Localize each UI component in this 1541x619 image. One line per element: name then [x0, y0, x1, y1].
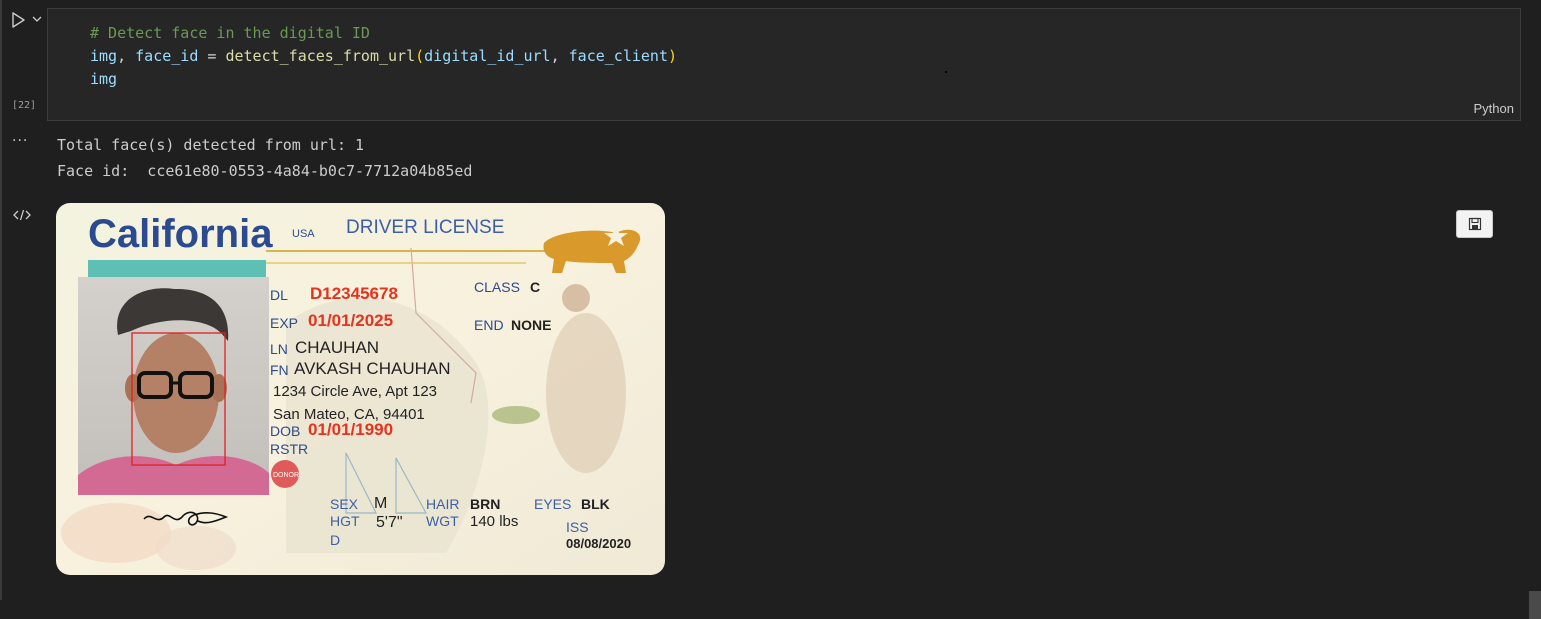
- output-line-total: Total face(s) detected from url: 1: [57, 136, 365, 154]
- ln-value: CHAUHAN: [295, 338, 379, 357]
- rstr-label: RSTR: [270, 441, 308, 457]
- code-comment: # Detect face in the digital ID: [90, 24, 370, 42]
- code-assign: =: [198, 47, 226, 65]
- code-arg-separator: ,: [550, 47, 569, 65]
- hair-value: BRN: [470, 496, 500, 512]
- code-var-face-id: face_id: [135, 47, 199, 65]
- class-value: C: [530, 279, 540, 295]
- license-type-title: DRIVER LICENSE: [346, 217, 504, 238]
- d-label: D: [330, 532, 340, 548]
- hgt-label: HGT: [330, 513, 360, 529]
- code-arg-client: face_client: [568, 47, 668, 65]
- driver-license-image: California USA DRIVER LICENSE DL D123456…: [56, 203, 665, 575]
- dl-label: DL: [270, 287, 288, 303]
- dob-label: DOB: [270, 423, 300, 439]
- person-face: [133, 333, 219, 453]
- code-var-img: img: [90, 47, 118, 65]
- code-block[interactable]: # Detect face in the digital ID img, fac…: [90, 22, 677, 91]
- iss-value: 08/08/2020: [566, 536, 631, 551]
- gold-pan-decoration: [492, 406, 540, 424]
- save-image-button[interactable]: [1456, 210, 1493, 238]
- license-state-name: California: [88, 212, 273, 256]
- code-paren-open: (: [415, 47, 425, 65]
- sex-value: M: [374, 495, 387, 512]
- poppy-flower-decoration: [61, 503, 171, 563]
- address-line-1: 1234 Circle Ave, Apt 123: [273, 383, 437, 400]
- ln-label: LN: [270, 341, 288, 357]
- teal-stripe: [88, 260, 266, 278]
- end-label: END: [474, 317, 504, 333]
- run-cell-icon[interactable]: [10, 12, 26, 28]
- code-paren-close: ): [668, 47, 678, 65]
- fn-value: AVKASH CHAUHAN: [294, 359, 451, 378]
- code-output-icon[interactable]: [12, 208, 32, 222]
- license-usa: USA: [292, 228, 315, 240]
- poppy-flower-decoration-2: [156, 526, 236, 570]
- output-more-actions-icon[interactable]: ···: [12, 133, 28, 149]
- end-value: NONE: [511, 317, 551, 333]
- scrollbar-thumb[interactable]: [1529, 591, 1541, 619]
- sex-label: SEX: [330, 496, 359, 512]
- eyes-label: EYES: [534, 496, 571, 512]
- class-label: CLASS: [474, 279, 520, 295]
- wgt-label: WGT: [426, 513, 459, 529]
- dl-number: D12345678: [310, 284, 398, 303]
- cursor-dot: [945, 71, 947, 73]
- code-return-img: img: [90, 70, 118, 88]
- output-text: Total face(s) detected from url: 1 Face …: [57, 132, 472, 184]
- fn-label: FN: [270, 362, 289, 378]
- hair-label: HAIR: [426, 496, 459, 512]
- code-comma: ,: [117, 47, 136, 65]
- chevron-down-icon[interactable]: [31, 13, 43, 25]
- exp-value: 01/01/2025: [308, 311, 393, 330]
- cell-gutter: [0, 0, 2, 600]
- iss-label: ISS: [566, 519, 589, 535]
- execution-count: [22]: [12, 100, 37, 111]
- dob-value: 01/01/1990: [308, 420, 393, 439]
- donor-label: DONOR: [273, 472, 299, 479]
- eyes-value: BLK: [581, 496, 610, 512]
- code-cell-editor[interactable]: # Detect face in the digital ID img, fac…: [47, 8, 1521, 121]
- exp-label: EXP: [270, 315, 298, 331]
- output-line-face-id: Face id: cce61e80-0553-4a84-b0c7-7712a04…: [57, 162, 473, 180]
- hgt-value: 5'7": [376, 514, 403, 531]
- code-function-call: detect_faces_from_url: [225, 47, 416, 65]
- code-arg-url: digital_id_url: [424, 47, 551, 65]
- floppy-disk-icon: [1468, 217, 1481, 231]
- cell-language-label[interactable]: Python: [1474, 101, 1514, 116]
- miner-head-decoration: [562, 284, 590, 312]
- wgt-value: 140 lbs: [470, 513, 518, 530]
- miner-figure-decoration: [546, 313, 626, 473]
